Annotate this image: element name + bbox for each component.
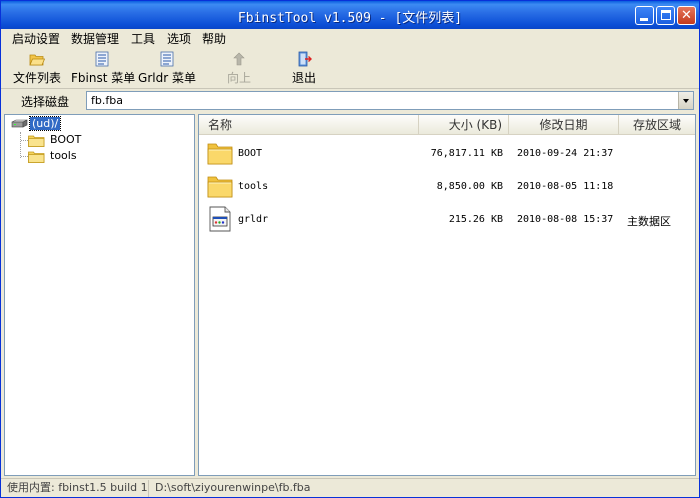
menu-options[interactable]: 选项: [164, 30, 194, 47]
file-size: 8,850.00 KB: [436, 181, 503, 192]
column-header-modified[interactable]: 修改日期: [509, 115, 619, 135]
file-modified: 2010-08-05 11:18: [517, 181, 614, 192]
menu-bar: 启动设置 数据管理 工具 选项 帮助: [1, 29, 699, 47]
menu-help[interactable]: 帮助: [199, 30, 229, 47]
tree-connector: [20, 132, 21, 158]
document-list-icon: [160, 51, 174, 67]
tree-node-tools[interactable]: tools: [28, 148, 98, 164]
menu-tools[interactable]: 工具: [128, 30, 158, 47]
chevron-down-icon: [683, 99, 689, 103]
file-area: 主数据区: [627, 215, 671, 228]
file-icon: [209, 206, 231, 232]
menu-boot-settings[interactable]: 启动设置: [9, 30, 63, 47]
file-list-button[interactable]: 文件列表: [9, 49, 65, 87]
file-name: grldr: [238, 214, 269, 225]
disk-select-value: fb.fba: [91, 94, 123, 107]
minimize-icon: [640, 18, 648, 21]
grldr-menu-button[interactable]: Grldr 菜单: [138, 49, 196, 87]
close-icon: ✕: [681, 8, 692, 23]
folder-icon: [28, 151, 45, 163]
disk-select-dropdown-button[interactable]: [678, 92, 693, 109]
up-button[interactable]: 向上: [221, 49, 257, 87]
tree-node-label: (ud)/: [28, 116, 62, 131]
window-title: FbinstTool v1.509 - [文件列表]: [237, 11, 463, 26]
up-arrow-icon: [233, 52, 245, 66]
file-name: tools: [238, 181, 269, 192]
file-size: 215.26 KB: [448, 214, 503, 225]
tree-node-boot[interactable]: BOOT: [28, 132, 98, 148]
file-name: BOOT: [238, 148, 263, 159]
minimize-button[interactable]: [635, 6, 654, 25]
exit-button[interactable]: 退出: [287, 49, 321, 87]
file-row[interactable]: tools 8,850.00 KB 2010-08-05 11:18: [199, 170, 695, 203]
toolbar: 文件列表 Fbinst 菜单 Grldr 菜单 向上 退出: [1, 47, 699, 89]
fbinst-menu-button[interactable]: Fbinst 菜单: [71, 49, 136, 87]
maximize-icon: [661, 10, 671, 20]
status-bar: 使用内置: fbinst1.5 build 1 D:\soft\ziyouren…: [1, 478, 699, 497]
column-header-size[interactable]: 大小 (KB): [419, 115, 509, 135]
fbinst-menu-label: Fbinst 菜单: [71, 71, 136, 85]
folder-tree[interactable]: [4, 114, 195, 476]
tree-node-label: BOOT: [50, 133, 82, 146]
column-header-name[interactable]: 名称: [199, 115, 419, 135]
status-path: D:\soft\ziyourenwinpe\fb.fba: [155, 481, 311, 494]
disk-select-combobox[interactable]: fb.fba: [86, 91, 694, 110]
document-list-icon: [95, 51, 109, 67]
file-list-header: 名称 大小 (KB) 修改日期 存放区域: [199, 115, 695, 135]
status-builtin: 使用内置: fbinst1.5 build 1: [3, 480, 149, 497]
folder-icon: [28, 135, 45, 147]
menu-data-management[interactable]: 数据管理: [68, 30, 122, 47]
maximize-button[interactable]: [656, 6, 675, 25]
disk-select-label: 选择磁盘: [21, 95, 70, 109]
file-list-label: 文件列表: [12, 71, 61, 85]
column-header-area[interactable]: 存放区域: [619, 115, 695, 135]
close-button[interactable]: ✕: [677, 6, 696, 25]
drive-icon: [11, 119, 28, 128]
file-modified: 2010-08-08 15:37: [517, 214, 614, 225]
folder-icon: [207, 143, 233, 165]
open-folder-icon: [29, 54, 45, 66]
tree-connector: [21, 140, 28, 141]
up-label: 向上: [226, 71, 251, 85]
exit-label: 退出: [291, 71, 316, 85]
file-row[interactable]: grldr 215.26 KB 2010-08-08 15:37 主数据区: [199, 203, 695, 236]
app-window: FbinstTool v1.509 - [文件列表] ✕ 启动设置 数据管理 工…: [0, 0, 700, 498]
title-bar[interactable]: FbinstTool v1.509 - [文件列表] ✕: [1, 1, 699, 29]
tree-connector: [21, 156, 28, 157]
file-list[interactable]: 名称 大小 (KB) 修改日期 存放区域 BOOT 76,817.11 KB 2…: [198, 114, 696, 476]
exit-door-icon: [298, 51, 312, 67]
disk-select-row: 选择磁盘 fb.fba: [1, 90, 699, 112]
tree-node-root[interactable]: (ud)/: [10, 116, 70, 132]
tree-node-label: tools: [50, 149, 77, 162]
file-size: 76,817.11 KB: [430, 148, 503, 159]
grldr-menu-label: Grldr 菜单: [138, 71, 196, 85]
file-row[interactable]: BOOT 76,817.11 KB 2010-09-24 21:37: [199, 137, 695, 170]
file-modified: 2010-09-24 21:37: [517, 148, 614, 159]
folder-icon: [207, 176, 233, 198]
